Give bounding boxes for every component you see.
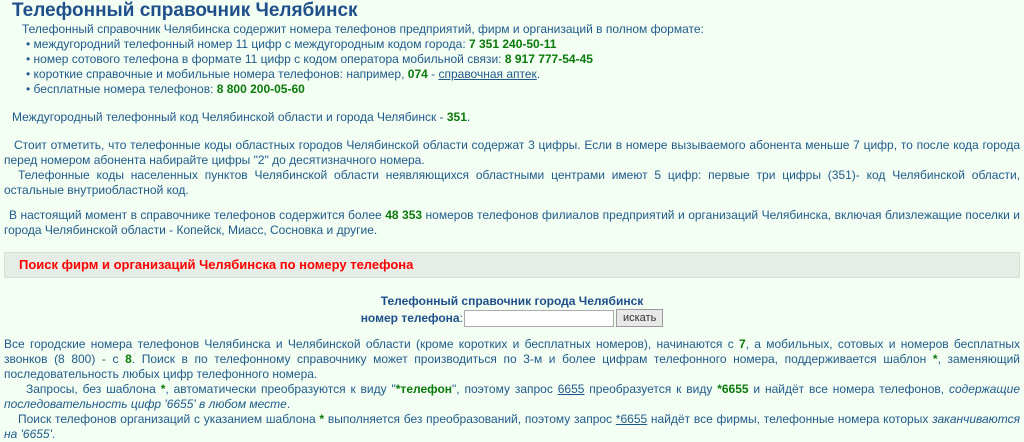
phone-value: 8 917 777-54-45 (504, 52, 593, 66)
search-button[interactable]: искать (615, 309, 664, 327)
item-text: номер сотового телефона в формате 11 циф… (33, 52, 505, 66)
digit-eight: 8 (125, 352, 132, 366)
wildcard-search-paragraph: Поиск телефонов организаций с указанием … (4, 412, 1020, 442)
query-link-star-6655[interactable]: *6655 (616, 412, 647, 426)
list-item: междугородний телефонный номер 11 цифр с… (26, 37, 1020, 52)
settlement-codes-paragraph: Телефонные коды населенных пунктов Челяб… (4, 168, 1020, 197)
query-link-6655[interactable]: 6655 (558, 382, 585, 396)
pharmacy-link[interactable]: справочная аптек (438, 67, 536, 81)
page-title: Телефонный справочник Челябинск (12, 0, 358, 21)
query-conversion-paragraph: Запросы, без шаблона *, автоматически пр… (4, 382, 1020, 412)
p5-text: Все городские номера телефонов Челябинск… (4, 337, 739, 351)
search-info-paragraph: Все городские номера телефонов Челябинск… (4, 337, 1020, 382)
phone-count: 48 353 (385, 208, 423, 222)
p6-text-c: ", поэтому запрос (452, 382, 558, 396)
codes-paragraph: Стоит отметить, что телефонные коды обла… (4, 138, 1020, 167)
list-item: бесплатные номера телефонов: 8 800 200-0… (26, 82, 1020, 97)
item-sep: - (427, 67, 439, 81)
phone-label-text: номер телефона (360, 310, 460, 325)
p7-text-d: . (51, 427, 56, 441)
p7-text: Поиск телефонов организаций с указанием … (18, 412, 320, 426)
region-code-paragraph: Междугородный телефонный код Челябинской… (4, 110, 1020, 125)
item-text: междугородний телефонный номер 11 цифр с… (33, 37, 469, 51)
phone-label-colon: : (459, 310, 463, 325)
item-text: бесплатные номера телефонов: (33, 82, 217, 96)
p7-text-b: выполняется без преобразований, поэтому … (324, 412, 616, 426)
count-paragraph: В настоящий момент в справочнике телефон… (4, 208, 1020, 238)
intro-block: Телефонный справочник Челябинска содержи… (4, 22, 1020, 97)
phone-search-input[interactable] (463, 309, 614, 327)
search-heading: Телефонный справочник города Челябинск (380, 294, 644, 308)
search-form: Телефонный справочник города Челябинск н… (4, 294, 1020, 327)
p6-text-e: и найдёт все номера телефонов, (748, 382, 949, 396)
intro-list: междугородний телефонный номер 11 цифр с… (22, 37, 1020, 97)
section-header: Поиск фирм и организаций Челябинска по н… (4, 252, 1020, 278)
template-phone: *телефон (395, 382, 453, 396)
p6-text-d: преобразуется к виду (584, 382, 718, 396)
digit-seven: 7 (738, 337, 746, 351)
item-end: . (536, 67, 541, 81)
search-row: номер телефона: искать (4, 309, 1020, 327)
p5-text-c: . Поиск в по телефонному справочнику мож… (131, 352, 933, 366)
phone-value: 074 (407, 67, 428, 81)
page: Телефонный справочник Челябинск Телефонн… (0, 0, 1024, 442)
list-item: короткие справочные и мобильные номера т… (26, 67, 1020, 82)
p4-text: В настоящий момент в справочнике телефон… (9, 208, 386, 222)
phone-value: 8 800 200-05-60 (216, 82, 305, 96)
intro-lead: Телефонный справочник Челябинска содержи… (22, 22, 704, 36)
p1-text: Междугородный телефонный код Челябинской… (12, 110, 447, 124)
region-code: 351 (446, 110, 467, 124)
p7-text-c: найдёт все фирмы, телефонные номера кото… (647, 412, 933, 426)
p6-text-b: , автоматически преобразуются к виду " (165, 382, 396, 396)
p6-text-f: . (286, 397, 291, 411)
p6-text: Запросы, без шаблона (26, 382, 161, 396)
list-item: номер сотового телефона в формате 11 циф… (26, 52, 1020, 67)
phone-label: номер телефона: (361, 311, 463, 326)
item-text: короткие справочные и мобильные номера т… (33, 67, 408, 81)
p1-end: . (466, 110, 471, 124)
converted-query: *6655 (717, 382, 749, 396)
phone-value: 7 351 240-50-11 (469, 37, 557, 51)
